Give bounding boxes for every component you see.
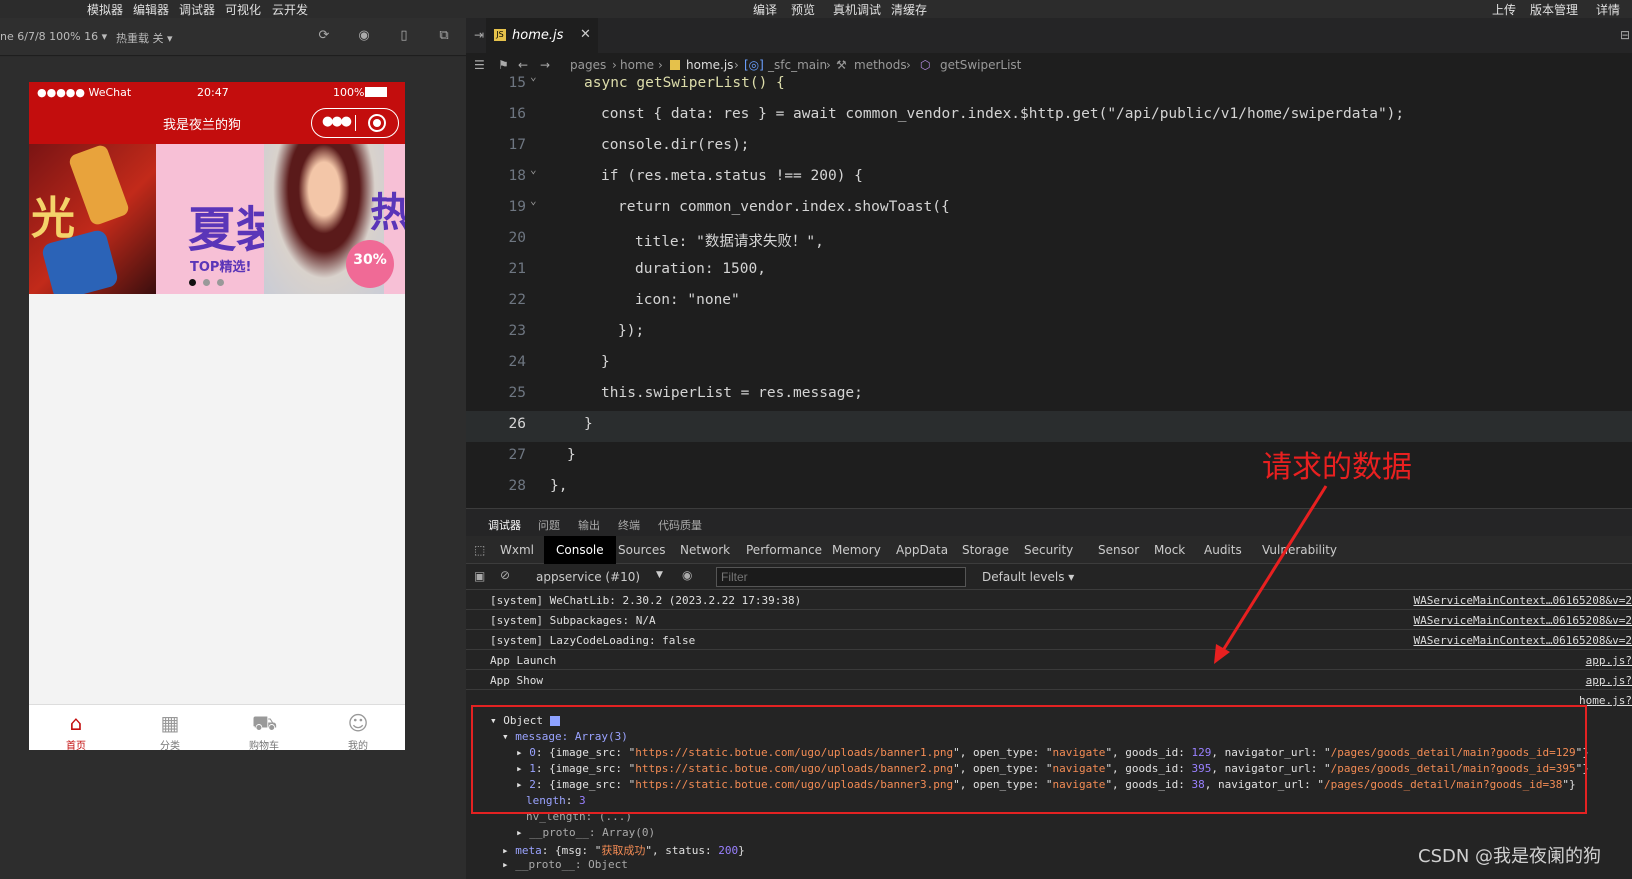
watermark: CSDN @我是夜阑的狗 [1418,846,1602,867]
annotation-arrow [1214,485,1328,664]
